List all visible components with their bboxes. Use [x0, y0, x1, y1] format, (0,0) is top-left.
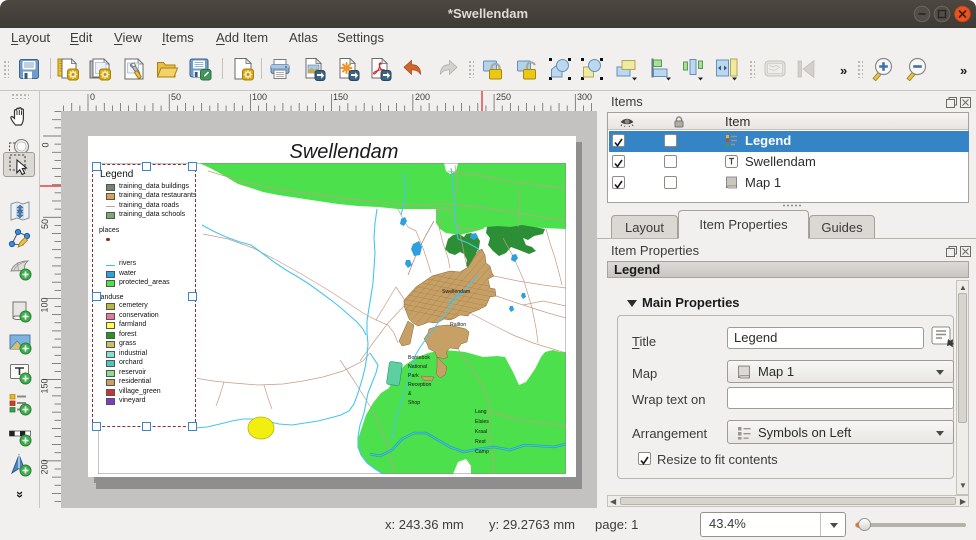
- svg-text:Reception: Reception: [408, 382, 431, 388]
- svg-text:National: National: [408, 364, 427, 370]
- svg-text:&: &: [408, 391, 412, 397]
- svg-text:Shop: Shop: [408, 400, 420, 406]
- svg-text:Camp: Camp: [475, 449, 489, 455]
- svg-text:Kraal: Kraal: [475, 429, 487, 435]
- svg-text:Swellendam: Swellendam: [442, 289, 470, 295]
- svg-text:Lang: Lang: [475, 409, 487, 415]
- svg-text:Park: Park: [408, 373, 419, 379]
- svg-text:Railton: Railton: [450, 322, 466, 328]
- svg-text:Rest: Rest: [475, 439, 486, 445]
- svg-text:Bontebok: Bontebok: [408, 355, 430, 361]
- svg-text:Elsies: Elsies: [475, 419, 489, 425]
